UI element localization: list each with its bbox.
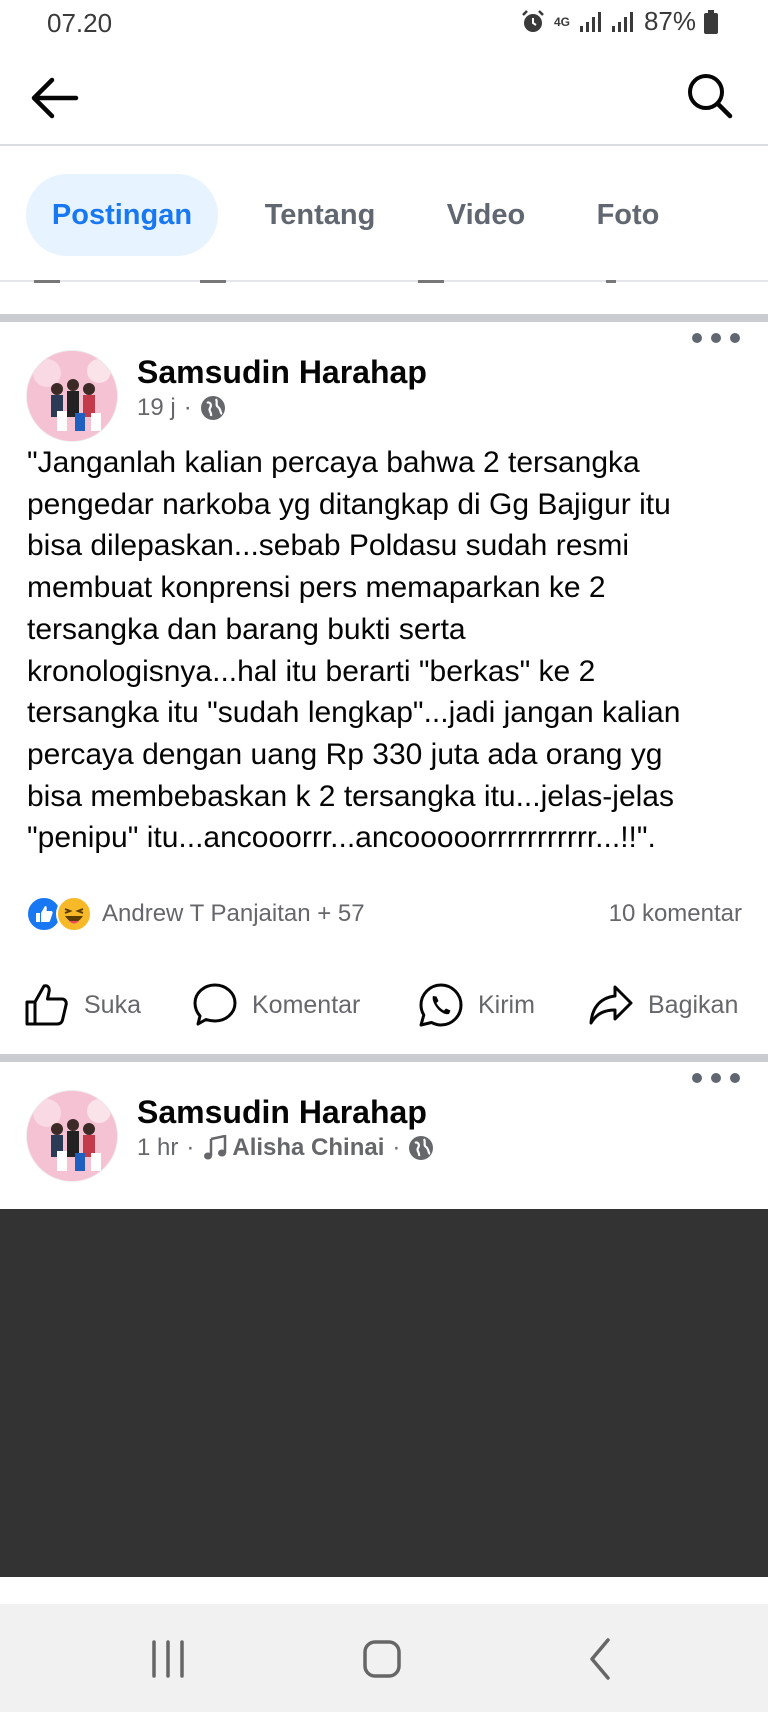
status-icons: 4G 87% [520, 6, 718, 37]
top-app-bar [0, 50, 768, 146]
tab-tentang[interactable]: Tentang [250, 174, 390, 256]
share-button[interactable]: Bagikan [588, 960, 738, 1050]
status-time: 07.20 [47, 8, 113, 38]
arrow-left-icon [31, 77, 79, 119]
dot-icon [692, 333, 702, 343]
battery-icon [704, 9, 718, 34]
globe-icon [200, 396, 225, 420]
avatar[interactable] [26, 1090, 118, 1182]
globe-icon [409, 1136, 434, 1160]
profile-tabs: Postingan Tentang Video Foto [0, 148, 768, 282]
comment-button[interactable]: Komentar [192, 960, 360, 1050]
scrolled-filter-row [0, 280, 768, 288]
music-note-icon [204, 1135, 227, 1160]
video-player[interactable] [0, 1209, 768, 1577]
search-button[interactable] [684, 70, 736, 122]
home-icon [363, 1640, 401, 1678]
dot-icon [730, 1073, 740, 1083]
avatar[interactable] [26, 350, 118, 442]
meta-separator: · [183, 394, 192, 421]
reaction-icons [26, 896, 92, 932]
dot-icon [692, 1073, 702, 1083]
meta-separator: · [186, 1134, 195, 1161]
comment-label: Komentar [252, 990, 361, 1019]
reaction-summary: Andrew T Panjaitan + 57 [102, 900, 365, 927]
reactions-bar[interactable]: Andrew T Panjaitan + 57 10 komentar [26, 892, 742, 936]
feed-post: Samsudin Harahap 1 hr · Alisha Chinai · [0, 1062, 768, 1209]
comment-count[interactable]: 10 komentar [609, 900, 742, 928]
search-icon [688, 74, 733, 119]
meta-separator: · [392, 1134, 401, 1161]
home-button[interactable] [352, 1634, 412, 1684]
network-type-icon: 4G [553, 14, 570, 29]
avatar-photo [27, 1091, 117, 1181]
comment-bubble-icon [193, 983, 237, 1026]
signal-icon [579, 11, 601, 32]
avatar-photo [27, 351, 117, 441]
status-bar: 07.20 4G 87% [0, 0, 768, 48]
more-options-button[interactable] [692, 1066, 740, 1090]
thumbs-up-icon [25, 984, 68, 1026]
whatsapp-icon [419, 983, 463, 1027]
post-meta: 19 j · [137, 394, 226, 422]
post-time[interactable]: 1 hr [137, 1134, 178, 1162]
post-actions: Suka Komentar Kirim Bagikan [0, 960, 768, 1050]
alarm-icon [522, 9, 544, 32]
like-button[interactable]: Suka [24, 960, 141, 1050]
like-label: Suka [84, 990, 141, 1019]
music-tag[interactable]: Alisha Chinai [202, 1134, 384, 1162]
post-time[interactable]: 19 j [137, 394, 176, 422]
post-author[interactable]: Samsudin Harahap [137, 1094, 427, 1131]
share-arrow-icon [589, 985, 633, 1025]
post-text: "Janganlah kalian percaya bahwa 2 tersan… [27, 446, 681, 855]
system-navigation-bar [0, 1604, 768, 1712]
back-button[interactable] [26, 72, 82, 124]
recent-apps-button[interactable] [138, 1634, 198, 1684]
music-title: Alisha Chinai [232, 1134, 385, 1161]
post-meta: 1 hr · Alisha Chinai · [137, 1134, 434, 1162]
tab-postingan[interactable]: Postingan [26, 174, 218, 256]
send-button[interactable]: Kirim [418, 960, 535, 1050]
dot-icon [711, 333, 721, 343]
tab-foto[interactable]: Foto [582, 174, 674, 256]
recent-apps-icon [152, 1640, 184, 1678]
dot-icon [711, 1073, 721, 1083]
feed-post: Samsudin Harahap 19 j · "Janganlah kalia… [0, 322, 768, 1052]
feed-divider [0, 314, 768, 322]
share-label: Bagikan [648, 990, 739, 1019]
haha-reaction-icon [56, 896, 92, 932]
battery-percent: 87% [643, 6, 696, 36]
chevron-left-icon [590, 1638, 610, 1680]
dot-icon [730, 333, 740, 343]
signal-icon-2 [611, 11, 633, 32]
send-label: Kirim [478, 990, 535, 1019]
more-options-button[interactable] [692, 326, 740, 350]
tab-video[interactable]: Video [430, 174, 542, 256]
feed-divider [0, 1054, 768, 1062]
system-back-button[interactable] [570, 1634, 630, 1684]
post-author[interactable]: Samsudin Harahap [137, 354, 427, 391]
